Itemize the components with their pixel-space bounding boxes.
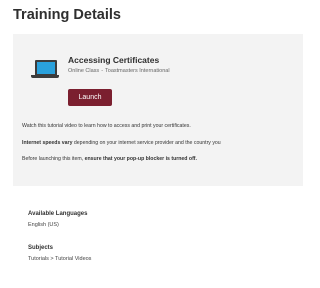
internet-speed-rest: depending on your internet service provi… (72, 140, 221, 146)
laptop-screen (35, 60, 57, 76)
popup-blocker-note: Before launching this item, ensure that … (22, 156, 197, 162)
internet-speed-note: Internet speeds vary depending on your i… (22, 140, 221, 146)
subjects-value: Tutorials > Tutorial Videos (28, 256, 92, 262)
course-panel: Accessing Certificates Online Class - Toas… (13, 34, 303, 186)
internet-speed-bold: Internet speeds vary (22, 140, 73, 146)
course-provider: Toastmasters International (105, 68, 170, 74)
popup-note-start: Before launching this item, (22, 156, 85, 162)
languages-label: Available Languages (28, 211, 88, 217)
description-text: Watch this tutorial video to learn how t… (22, 123, 191, 129)
course-title: Accessing Certificates (68, 55, 160, 65)
course-meta: Online Class - Toastmasters International (68, 68, 170, 74)
course-type: Online Class (68, 68, 100, 74)
page-title: Training Details (13, 7, 121, 23)
launch-button[interactable]: Launch (68, 89, 112, 106)
meta-separator: - (101, 68, 104, 74)
subjects-label: Subjects (28, 245, 54, 251)
popup-note-bold: ensure that your pop-up blocker is turne… (84, 156, 197, 162)
languages-value: English (US) (28, 222, 59, 228)
laptop-base (31, 75, 59, 78)
laptop-icon (31, 54, 59, 84)
